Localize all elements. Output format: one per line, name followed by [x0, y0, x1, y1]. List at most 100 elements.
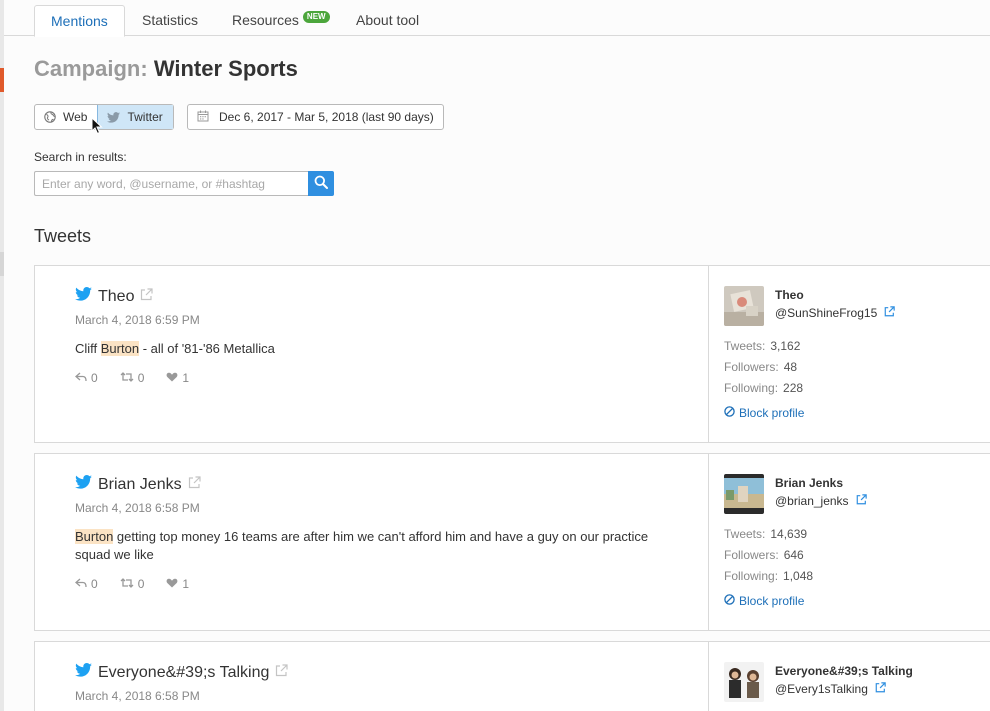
tweet-author: Theo — [75, 287, 154, 306]
external-link-icon[interactable] — [884, 306, 895, 320]
tab-statistics[interactable]: Statistics — [126, 5, 214, 36]
reply-count: 0 — [91, 371, 98, 385]
like-action[interactable]: 1 — [166, 577, 189, 591]
external-link-icon[interactable] — [275, 663, 288, 682]
tweet-card: Theo March 4, 2018 6:59 PM Cliff Burton … — [34, 265, 990, 443]
section-title-tweets: Tweets — [34, 226, 92, 246]
search-input[interactable] — [34, 171, 308, 196]
tweet-author-name[interactable]: Theo — [98, 288, 134, 306]
date-range-picker[interactable]: Dec 6, 2017 - Mar 5, 2018 (last 90 days) — [187, 104, 444, 130]
tweet-author-name[interactable]: Everyone&#39;s Talking — [98, 664, 269, 682]
stat-tweets: Tweets: 14,639 — [724, 527, 808, 541]
stat-following: Following: 228 — [724, 381, 804, 395]
tweet-actions: 0 0 1 — [75, 371, 189, 385]
tweet-author: Brian Jenks — [75, 475, 201, 494]
keyword-highlight: Burton — [75, 529, 114, 544]
search-icon — [314, 175, 328, 192]
profile-handle-text: @SunShineFrog15 — [775, 306, 878, 320]
tab-mentions[interactable]: Mentions — [34, 5, 125, 37]
tab-resources[interactable]: Resources NEW — [216, 5, 346, 36]
tweet-content: Theo March 4, 2018 6:59 PM Cliff Burton … — [35, 266, 709, 442]
profile-handle[interactable]: @Every1sTalking — [775, 682, 886, 696]
like-count: 1 — [182, 577, 190, 591]
reply-action[interactable]: 0 — [75, 371, 98, 385]
stat-followers: Followers: 48 — [724, 360, 798, 374]
left-sidebar-strip — [0, 0, 4, 711]
block-profile-link[interactable]: Block profile — [724, 406, 804, 420]
stat-following: Following: 1,048 — [724, 569, 814, 583]
profile-panel: Theo @SunShineFrog15 Tweets: 3,162 Follow… — [724, 266, 990, 442]
tab-about-tool[interactable]: About tool — [340, 5, 435, 36]
twitter-bird-icon — [75, 663, 92, 682]
tweet-content: Brian Jenks March 4, 2018 6:58 PM Burton… — [35, 454, 709, 630]
web-label: Web — [63, 110, 88, 124]
profile-panel: Brian Jenks @brian_jenks Tweets: 14,639 F… — [724, 454, 990, 630]
retweet-count: 0 — [137, 371, 145, 385]
tab-label: Resources — [232, 12, 299, 28]
profile-handle[interactable]: @SunShineFrog15 — [775, 306, 895, 320]
retweet-icon — [120, 577, 134, 591]
keyword-highlight: Burton — [100, 341, 140, 356]
stat-followers: Followers: 646 — [724, 548, 804, 562]
heart-icon — [166, 577, 178, 591]
tweet-text: Cliff Burton - all of '81-'86 Metallica — [75, 341, 275, 356]
profile-handle-text: @Every1sTalking — [775, 682, 868, 696]
tweet-author-name[interactable]: Brian Jenks — [98, 476, 182, 494]
tweet-card: Brian Jenks March 4, 2018 6:58 PM Burton… — [34, 453, 990, 631]
reply-action[interactable]: 0 — [75, 577, 98, 591]
reply-icon — [75, 577, 87, 591]
stat-tweets: Tweets: 3,162 — [724, 339, 801, 353]
tab-label: About tool — [356, 12, 420, 28]
block-profile-label: Block profile — [739, 406, 805, 420]
sidebar-marker — [0, 252, 4, 276]
external-link-icon[interactable] — [856, 494, 867, 508]
sidebar-active-marker — [0, 68, 4, 92]
search-label: Search in results: — [34, 150, 127, 164]
tweet-author: Everyone&#39;s Talking — [75, 663, 288, 682]
search-box — [34, 171, 334, 196]
tab-bar: Mentions Statistics Resources NEW About t… — [4, 0, 990, 37]
heart-icon — [166, 371, 178, 385]
profile-handle-text: @brian_jenks — [775, 494, 849, 508]
twitter-label: Twitter — [127, 110, 163, 124]
external-link-icon[interactable] — [140, 287, 154, 306]
block-icon — [724, 406, 735, 420]
like-count: 1 — [182, 371, 190, 385]
source-toggle: Web Twitter — [34, 104, 174, 130]
campaign-name: Winter Sports — [153, 56, 298, 81]
avatar[interactable] — [724, 474, 764, 514]
profile-name: Theo — [775, 288, 804, 302]
twitter-source-button[interactable]: Twitter — [97, 105, 173, 129]
retweet-action[interactable]: 0 — [120, 371, 145, 385]
web-source-button[interactable]: Web — [35, 105, 97, 129]
profile-panel: Everyone&#39;s Talking @Every1sTalking — [724, 642, 990, 711]
external-link-icon[interactable] — [188, 475, 201, 494]
page-title: Campaign: Winter Sports — [34, 56, 298, 82]
avatar[interactable] — [724, 662, 764, 702]
profile-name: Everyone&#39;s Talking — [775, 664, 913, 678]
block-profile-link[interactable]: Block profile — [724, 594, 804, 608]
reply-count: 0 — [91, 577, 98, 591]
retweet-icon — [120, 371, 134, 385]
tweet-timestamp: March 4, 2018 6:59 PM — [75, 313, 200, 327]
block-profile-label: Block profile — [739, 594, 805, 608]
reply-icon — [75, 371, 87, 385]
profile-name: Brian Jenks — [775, 476, 844, 490]
campaign-prefix: Campaign: — [34, 56, 148, 81]
twitter-bird-icon — [75, 475, 92, 494]
tweet-card: Everyone&#39;s Talking March 4, 2018 6:5… — [34, 641, 990, 711]
tweet-text: Burton getting top money 16 teams are af… — [75, 529, 649, 562]
tweet-actions: 0 0 1 — [75, 577, 189, 591]
twitter-bird-icon — [107, 111, 121, 123]
retweet-action[interactable]: 0 — [120, 577, 144, 591]
profile-handle[interactable]: @brian_jenks — [775, 494, 867, 508]
external-link-icon[interactable] — [875, 682, 886, 696]
like-action[interactable]: 1 — [166, 371, 189, 385]
globe-icon — [44, 111, 56, 123]
tab-label: Statistics — [142, 12, 199, 28]
mouse-cursor-icon — [91, 116, 103, 138]
new-badge: NEW — [302, 11, 330, 23]
search-button[interactable] — [308, 171, 334, 196]
tweet-timestamp: March 4, 2018 6:58 PM — [75, 689, 200, 703]
avatar[interactable] — [724, 286, 764, 326]
